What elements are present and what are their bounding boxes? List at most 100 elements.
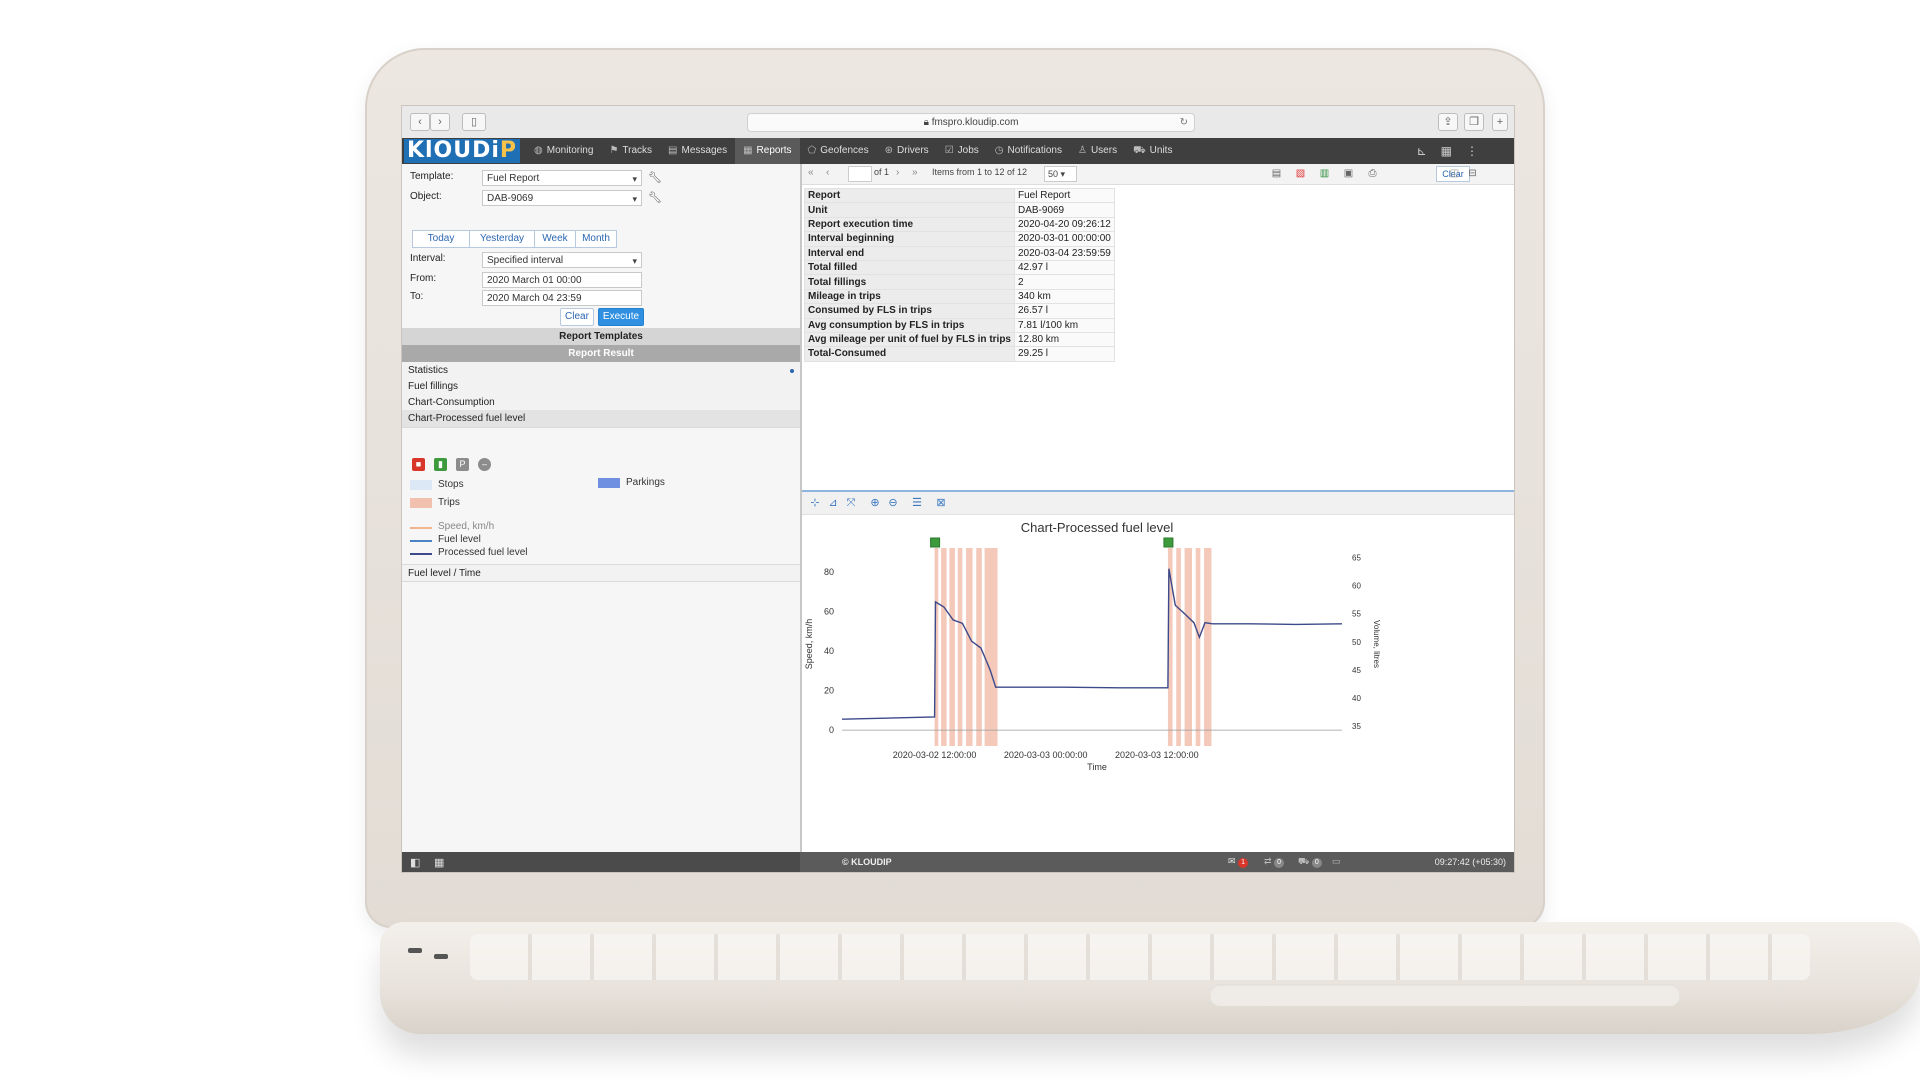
kloudip-logo[interactable]: KlOUDiP <box>404 139 520 163</box>
result-label: Fuel level / Time <box>408 568 481 579</box>
apps-grid-icon[interactable]: ▦ <box>1441 144 1452 158</box>
truck-icon: ⛟ <box>1133 145 1146 156</box>
period-today[interactable]: Today <box>412 230 470 248</box>
period-month[interactable]: Month <box>575 230 617 248</box>
execute-button[interactable]: Execute <box>598 308 644 326</box>
stat-key: Total fillings <box>804 274 1015 290</box>
stat-value: 12.80 km <box>1013 331 1115 348</box>
share-icon[interactable]: ⇪ <box>1438 113 1458 131</box>
table-row: Total-Consumed 29.25 l <box>804 346 1115 362</box>
excel-export-icon[interactable]: ▥ <box>1318 167 1331 180</box>
period-yesterday[interactable]: Yesterday <box>469 230 535 248</box>
tabs-icon[interactable]: ❐ <box>1464 113 1484 131</box>
fuel-level-chart[interactable]: Chart-Processed fuel level 0 20 40 60 80 35 40 4… <box>802 514 1514 852</box>
grid-icon[interactable]: ▦ <box>434 856 444 869</box>
chart-icon[interactable]: ⊾ <box>1417 144 1427 158</box>
laptop-trackpad <box>1210 984 1680 1006</box>
new-tab-icon[interactable]: + <box>1492 113 1508 131</box>
next-page-icon[interactable]: › <box>896 167 899 178</box>
first-page-icon[interactable]: « <box>808 167 814 178</box>
stat-value: 340 km <box>1013 288 1115 305</box>
zoom-out-icon[interactable]: ⊖ <box>886 496 900 510</box>
stat-key: Report execution time <box>804 216 1015 233</box>
nav-reports[interactable]: ▦ Reports <box>735 138 800 164</box>
result-fuel-level-time[interactable]: Fuel level / Time <box>402 564 800 582</box>
parking-icon[interactable]: P <box>456 458 469 471</box>
nav-users[interactable]: ♙ Users <box>1070 138 1125 164</box>
report-templates-header[interactable]: Report Templates <box>402 328 800 346</box>
nav-monitoring[interactable]: ◍ Monitoring <box>526 138 601 164</box>
from-input[interactable]: 2020 March 01 00:00 <box>482 272 642 288</box>
sidebar-toggle-icon[interactable]: ▯ <box>462 113 486 131</box>
layout-icon[interactable]: ⊟ <box>1466 167 1479 180</box>
page-input[interactable] <box>848 166 872 182</box>
html-export-icon[interactable]: ▤ <box>1270 167 1283 180</box>
nav-units[interactable]: ⛟ Units <box>1125 138 1180 164</box>
period-week[interactable]: Week <box>534 230 576 248</box>
table-row: Avg mileage per unit of fuel by FLS in t… <box>804 331 1115 348</box>
result-chart-processed-fuel[interactable]: Chart-Processed fuel level <box>402 410 800 428</box>
wrench-icon[interactable]: 🔧︎ <box>648 171 662 184</box>
more-icon[interactable]: ⋮ <box>1466 144 1478 158</box>
table-row: Consumed by FLS in trips 26.57 l <box>804 303 1115 319</box>
notifications-indicator[interactable]: ✉ 1 <box>1228 856 1249 868</box>
reset-icon[interactable]: ⊠ <box>934 496 948 510</box>
table-row: Interval beginning 2020-03-01 00:00:00 <box>804 231 1115 247</box>
units-indicator[interactable]: ⛟ 0 <box>1298 856 1322 868</box>
address-bar[interactable]: 🔒︎ fmspro.kloudip.com ↻ <box>747 113 1195 132</box>
delete-icon[interactable]: ■ <box>412 458 425 471</box>
y-tick-label: 0 <box>829 725 834 735</box>
fuel-pump-icon[interactable]: ▮ <box>434 458 447 471</box>
map-icon[interactable]: ◫ <box>1448 167 1461 180</box>
stat-key: Interval beginning <box>804 231 1015 247</box>
zoom-x-icon[interactable]: ⊿ <box>826 496 840 510</box>
usb-port <box>434 954 448 959</box>
nav-tracks[interactable]: ⚑ Tracks <box>601 138 660 164</box>
x-tick-label: 2020-03-03 12:00:00 <box>1115 750 1199 760</box>
user-icon: ♙ <box>1077 145 1087 156</box>
minus-circle-icon[interactable]: – <box>478 458 491 471</box>
legend-trips[interactable]: Trips <box>410 496 460 510</box>
panel-toggle-icon[interactable]: ◧ <box>410 856 420 869</box>
zoom-select-icon[interactable]: ⊹ <box>808 496 822 510</box>
page-size-select[interactable]: 50 ▾ <box>1044 166 1077 182</box>
template-select[interactable]: Fuel Report <box>482 170 642 187</box>
battery-icon: ▭ <box>1332 856 1341 866</box>
fuel-line-swatch <box>410 540 432 542</box>
forward-icon[interactable]: › <box>430 113 450 131</box>
connection-indicator[interactable]: ⇄ 0 <box>1264 856 1285 868</box>
nav-jobs[interactable]: ☑ Jobs <box>937 138 987 164</box>
legend-speed[interactable]: Speed, km/h <box>410 520 494 534</box>
speed-line-swatch <box>410 527 432 529</box>
legend-parkings[interactable]: Parkings <box>598 476 665 490</box>
clear-button[interactable]: Clear <box>560 308 594 326</box>
nav-drivers[interactable]: ⊛ Drivers <box>877 138 937 164</box>
fit-icon[interactable]: ⤧ <box>844 496 858 510</box>
legend-processed-fuel[interactable]: Processed fuel level <box>410 546 528 560</box>
last-page-icon[interactable]: » <box>912 167 918 178</box>
prev-page-icon[interactable]: ‹ <box>826 167 829 178</box>
legend-fuel-level[interactable]: Fuel level <box>410 533 481 547</box>
zoom-in-icon[interactable]: ⊕ <box>868 496 882 510</box>
object-select[interactable]: DAB-9069 <box>482 190 642 207</box>
legend-stops[interactable]: Stops <box>410 478 464 492</box>
nav-geofences[interactable]: ⬠ Geofences <box>800 138 877 164</box>
pdf-export-icon[interactable]: ▧ <box>1294 167 1307 180</box>
wrench-icon[interactable]: 🔧︎ <box>648 191 662 204</box>
back-icon[interactable]: ‹ <box>410 113 430 131</box>
url-text: fmspro.kloudip.com <box>931 117 1019 128</box>
xml-export-icon[interactable]: ▣ <box>1342 167 1355 180</box>
interval-select[interactable]: Specified interval <box>482 252 642 269</box>
count-badge: 0 <box>1311 858 1322 868</box>
nav-notifications[interactable]: ◷ Notifications <box>987 138 1070 164</box>
chart-legend-tools: ■ ▮ P – <box>412 458 491 471</box>
to-input[interactable]: 2020 March 04 23:59 <box>482 290 642 306</box>
nav-messages[interactable]: ▤ Messages <box>660 138 735 164</box>
print-icon[interactable]: ⎙ <box>1366 167 1379 180</box>
header-tools: ⊾ ▦ ⋮ <box>1417 138 1478 164</box>
legend-toggle-icon[interactable]: ☰ <box>910 496 924 510</box>
reload-icon[interactable]: ↻ <box>1180 114 1188 131</box>
page-count: of 1 <box>874 167 890 177</box>
chart-panel: ⊹ ⊿ ⤧ ⊕ ⊖ ☰ ⊠ Chart-Processed fuel level… <box>802 492 1514 852</box>
chart-title: Chart-Processed fuel level <box>1021 520 1174 535</box>
